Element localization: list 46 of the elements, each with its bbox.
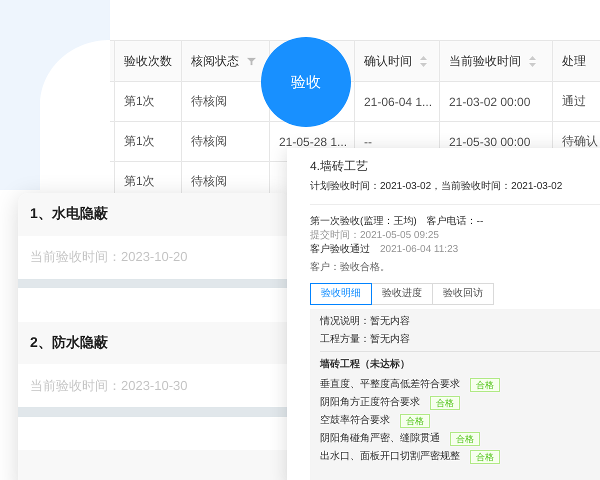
column-header: 验收次数 (124, 52, 172, 70)
customer-result: 客户验收通过 (310, 243, 370, 257)
table-cell: 第1次 (124, 93, 155, 110)
table-cell: 通过 (562, 93, 586, 110)
check-item: 出水口、面板开口切割严密规整 (320, 450, 460, 464)
check-item: 阴阳角碰角严密、缝隙贯通 (320, 432, 440, 446)
table-cell: 21-03-02 00:00 (449, 94, 530, 108)
customer-comment: 客户：验收合格。 (310, 261, 391, 275)
table-cell: 21-05-30 00:00 (449, 134, 530, 148)
sort-icon[interactable] (529, 56, 536, 66)
table-cell: 21-06-04 1... (364, 94, 432, 108)
check-item: 空鼓率符合要求 (320, 414, 390, 428)
filter-icon[interactable] (247, 56, 256, 66)
status-tag: 合格 (400, 414, 430, 428)
column-header: 当前验收时间 (449, 52, 521, 70)
status-tag: 合格 (430, 396, 460, 410)
inspector-label: 第一次验收(监理：王均) (310, 215, 417, 229)
check-item: 阴阳角方正度符合要求 (320, 396, 420, 410)
tab[interactable]: 验收进度 (371, 283, 433, 305)
tab[interactable]: 验收回访 (432, 283, 494, 305)
submit-time: 提交时间：2021-05-05 09:25 (310, 229, 439, 243)
column-header: 确认时间 (364, 52, 412, 70)
table-cell: -- (364, 134, 372, 148)
card-title: 2、防水隐蔽 (30, 334, 108, 352)
sort-icon[interactable] (420, 56, 427, 66)
table-cell: 第1次 (124, 133, 155, 150)
table-cell: 待核阅 (191, 173, 227, 190)
status-tag: 合格 (450, 432, 480, 446)
card-title: 1、水电隐蔽 (30, 205, 108, 224)
info-line: 情况说明：暂无内容 (320, 315, 411, 329)
table-cell: 待确认 (562, 133, 598, 150)
table-cell: 第1次 (124, 173, 155, 190)
plan-dates: 计划验收时间：2021-03-02，当前验收时间：2021-03-02 (310, 180, 564, 194)
status-tag: 合格 (470, 378, 500, 392)
table-cell: 21-05-28 1... (279, 134, 348, 148)
status-tag: 合格 (470, 450, 500, 464)
column-header: 核阅状态 (191, 52, 239, 70)
table-cell: 待核阅 (191, 133, 227, 150)
result-time: 2021-06-04 11:23 (380, 243, 458, 257)
column-header: 处理 (562, 52, 586, 70)
info-line: 工程方量：暂无内容 (320, 333, 411, 347)
customer-phone: 客户电话：-- (426, 215, 484, 229)
detail-title: 4.墙砖工艺 (310, 158, 370, 174)
section-title: 墙砖工程（未达标） (320, 358, 411, 372)
check-item: 垂直度、平整度高低差符合要求 (320, 378, 460, 392)
table-cell: 待核阅 (191, 93, 227, 110)
